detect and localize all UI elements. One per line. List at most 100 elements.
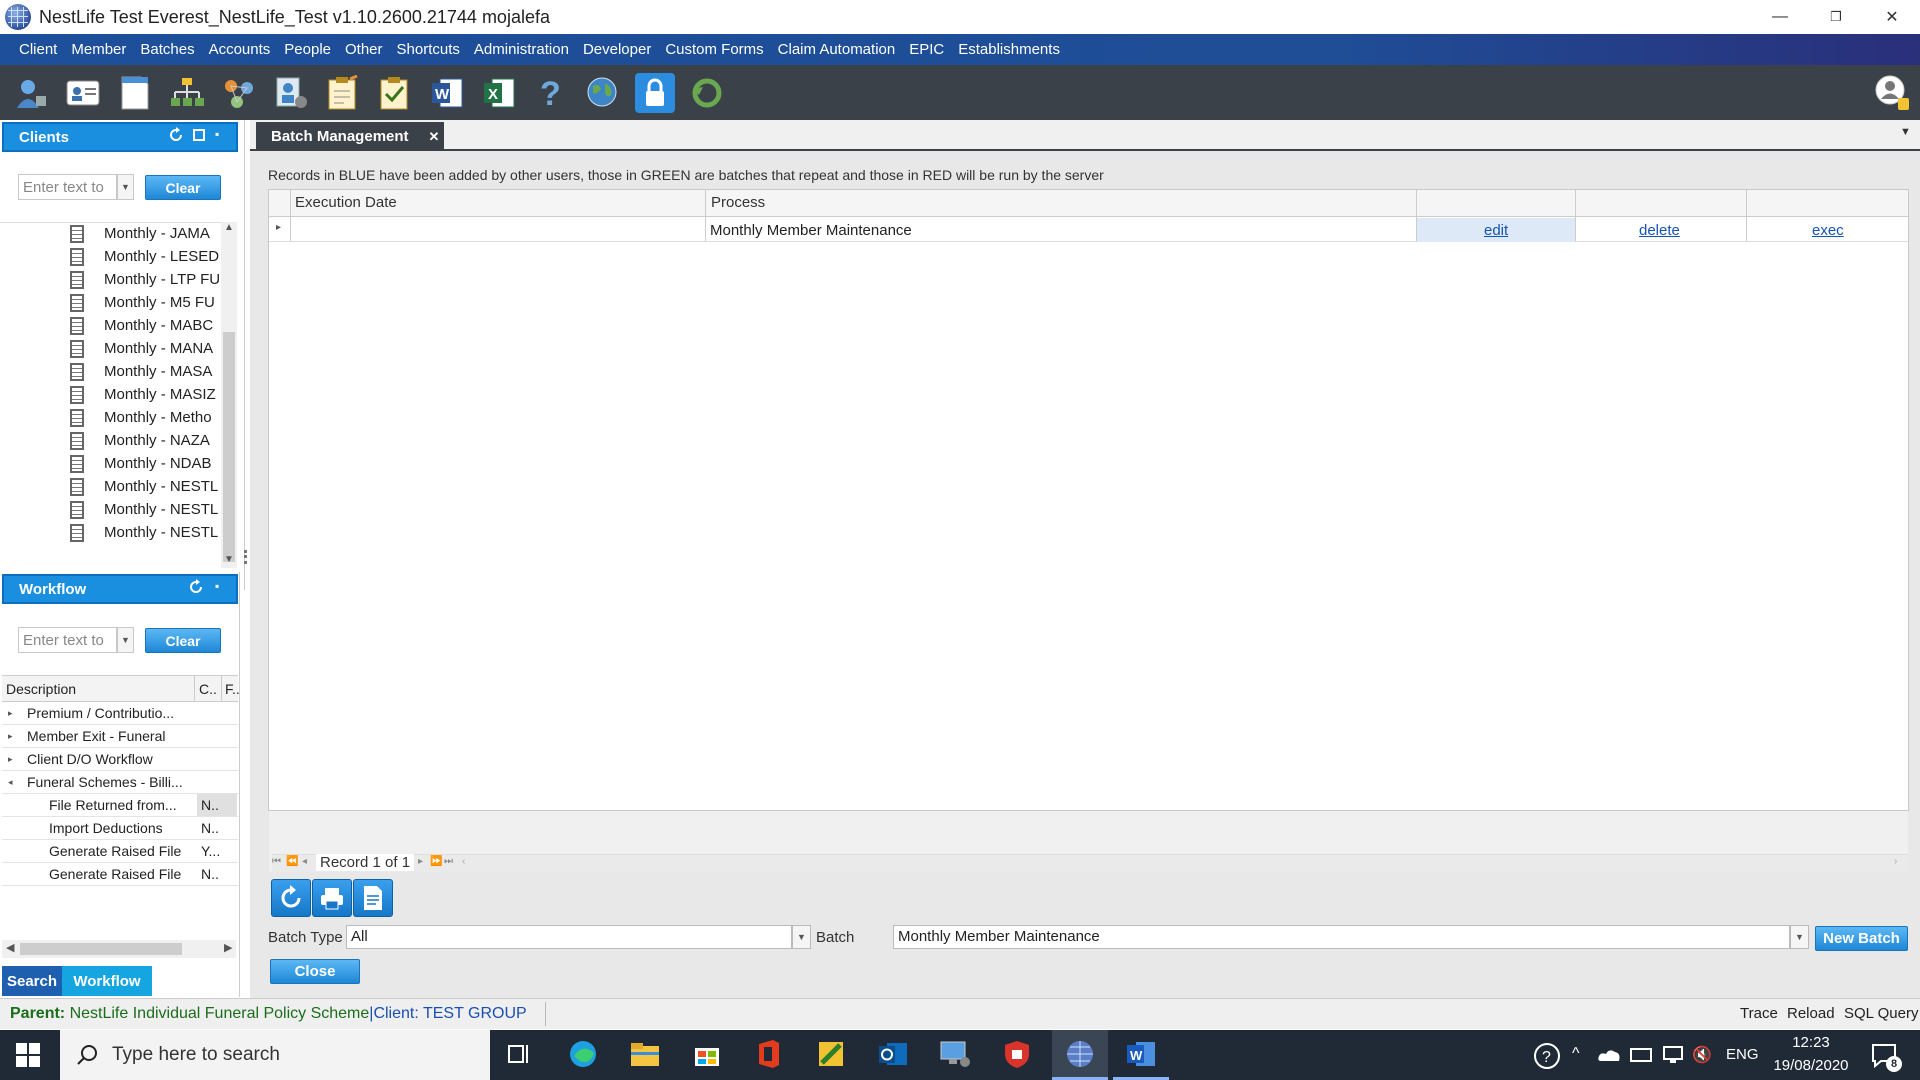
network-tray-icon[interactable] [1661, 1046, 1685, 1064]
hscroll-right-icon[interactable]: › [1894, 856, 1897, 867]
globe-icon[interactable] [583, 73, 623, 113]
menu-custom-forms[interactable]: Custom Forms [665, 41, 763, 58]
volume-muted-icon[interactable]: 🔇 [1692, 1045, 1712, 1065]
document-icon[interactable] [115, 73, 155, 113]
scroll-down-icon[interactable]: ▼ [224, 554, 234, 565]
pager-prev-page-icon[interactable]: ⏪ [286, 856, 298, 867]
workflow-row[interactable]: File Returned from... N.. [2, 794, 238, 817]
close-window-button[interactable]: ✕ [1864, 0, 1920, 34]
clients-scrollbar-thumb[interactable] [223, 332, 235, 562]
workflow-row[interactable]: Generate Raised File N.. [2, 863, 238, 886]
nestlife-app-icon[interactable] [1060, 1036, 1100, 1072]
batch-type-dropdown-icon[interactable]: ▼ [792, 925, 811, 949]
menu-people[interactable]: People [284, 41, 331, 58]
client-tree-item[interactable]: Monthly - M5 FU [70, 291, 220, 314]
taskbar-search-box[interactable]: Type here to search [60, 1030, 490, 1080]
parent-value[interactable]: NestLife Individual Funeral Policy Schem… [70, 1005, 370, 1022]
workflow-refresh-icon[interactable] [188, 579, 204, 595]
exec-link[interactable]: exec [1812, 222, 1844, 239]
client-tree-item[interactable]: Monthly - MASA [70, 360, 220, 383]
pager-next-page-icon[interactable]: ⏩ [430, 856, 442, 867]
clock-time[interactable]: 12:23 [1771, 1034, 1851, 1051]
refresh-button[interactable] [271, 879, 311, 917]
menu-administration[interactable]: Administration [474, 41, 569, 58]
client-tree-item[interactable]: Monthly - MASIZ [70, 383, 220, 406]
people-config-icon[interactable] [271, 73, 311, 113]
menu-claim-automation[interactable]: Claim Automation [778, 41, 896, 58]
expander-icon[interactable]: ▸ [8, 754, 13, 765]
scroll-left-icon[interactable]: ◀ [6, 941, 14, 954]
batch-type-select[interactable]: All [346, 925, 792, 949]
client-tree-item[interactable]: Monthly - Metho [70, 406, 220, 429]
workflow-hscrollbar[interactable]: ◀ ▶ [2, 940, 236, 958]
menu-member[interactable]: Member [71, 41, 126, 58]
refresh-green-icon[interactable] [687, 73, 727, 113]
clients-pin-icon[interactable]: ▪ [215, 127, 227, 143]
menu-epic[interactable]: EPIC [909, 41, 944, 58]
file-explorer-icon[interactable] [625, 1036, 665, 1072]
client-tree-item[interactable]: Monthly - JAMA [70, 222, 220, 245]
workflow-row[interactable]: ▸ Member Exit - Funeral [2, 725, 238, 748]
language-indicator[interactable]: ENG [1726, 1046, 1759, 1063]
workflow-row[interactable]: Generate Raised File Y... [2, 840, 238, 863]
client-tree-item[interactable]: Monthly - NESTL [70, 521, 220, 544]
workflow-row[interactable]: ▸ Client D/O Workflow [2, 748, 238, 771]
workflow-clear-button[interactable]: Clear [145, 628, 221, 653]
close-button[interactable]: Close [270, 959, 360, 984]
workflow-row[interactable]: ◂ Funeral Schemes - Billi... [2, 771, 238, 794]
trace-link[interactable]: Trace [1740, 1005, 1778, 1022]
client-value[interactable]: |Client: TEST GROUP [369, 1005, 526, 1022]
client-tree-item[interactable]: Monthly - NDAB [70, 452, 220, 475]
pager-first-icon[interactable]: ⏮ [272, 856, 281, 867]
client-tree-item[interactable]: Monthly - MABC [70, 314, 220, 337]
word-icon[interactable]: W [427, 73, 467, 113]
outlook-icon[interactable] [873, 1036, 913, 1072]
task-note-icon[interactable] [323, 73, 363, 113]
security-shield-icon[interactable] [997, 1036, 1037, 1072]
sql-query-link[interactable]: SQL Query [1844, 1005, 1918, 1022]
minimize-button[interactable]: — [1752, 0, 1808, 34]
clients-search-input[interactable]: Enter text to [18, 174, 117, 200]
help-icon[interactable]: ? [531, 73, 571, 113]
contact-card-icon[interactable] [63, 73, 103, 113]
col-description[interactable]: Description [6, 681, 76, 697]
pager-last-icon[interactable]: ⏭ [444, 856, 453, 867]
menu-establishments[interactable]: Establishments [958, 41, 1060, 58]
client-tree-item[interactable]: Monthly - NESTL [70, 475, 220, 498]
col-c[interactable]: C.. [199, 681, 217, 697]
clients-scrollbar[interactable]: ▲ ▼ [221, 222, 237, 568]
user-settings-icon[interactable] [1872, 70, 1912, 114]
battery-icon[interactable] [1630, 1048, 1652, 1062]
workflow-search-input[interactable]: Enter text to [18, 627, 117, 653]
tab-list-dropdown-icon[interactable]: ▼ [1900, 126, 1911, 138]
store-icon[interactable] [687, 1036, 727, 1072]
workflow-search-dropdown-icon[interactable]: ▼ [117, 627, 134, 653]
help-tray-icon[interactable]: ? [1533, 1042, 1561, 1070]
menu-client[interactable]: Client [19, 41, 57, 58]
expander-icon[interactable]: ◂ [8, 777, 13, 788]
tray-chevron-icon[interactable]: ^ [1572, 1045, 1580, 1063]
restore-button[interactable]: ❐ [1808, 0, 1864, 34]
tab-close-icon[interactable]: ✕ [429, 129, 440, 145]
workflow-hscrollbar-thumb[interactable] [20, 943, 182, 955]
onedrive-icon[interactable] [1597, 1046, 1621, 1064]
lock-icon[interactable] [635, 72, 675, 113]
menu-other[interactable]: Other [345, 41, 383, 58]
tab-workflow[interactable]: Workflow [62, 966, 152, 996]
reload-link[interactable]: Reload [1787, 1005, 1835, 1022]
windows-start-icon[interactable] [16, 1043, 40, 1067]
workflow-row[interactable]: ▸ Premium / Contributio... [2, 702, 238, 725]
task-view-icon[interactable] [500, 1036, 540, 1072]
client-tree-item[interactable]: Monthly - NAZA [70, 429, 220, 452]
tab-batch-management[interactable]: Batch Management ✕ [256, 122, 444, 151]
workflow-row[interactable]: Import Deductions N.. [2, 817, 238, 840]
hscroll-left-icon[interactable]: ‹ [462, 856, 465, 867]
menu-accounts[interactable]: Accounts [209, 41, 271, 58]
client-tree-item[interactable]: Monthly - LESED [70, 245, 220, 268]
workflow-pin-icon[interactable]: ▪ [215, 579, 227, 595]
client-tree-item[interactable]: Monthly - NESTL [70, 498, 220, 521]
user-manager-icon[interactable] [11, 73, 51, 113]
col-execution-date[interactable]: Execution Date [295, 194, 397, 211]
clock-date[interactable]: 19/08/2020 [1766, 1057, 1856, 1074]
col-process[interactable]: Process [711, 194, 765, 211]
